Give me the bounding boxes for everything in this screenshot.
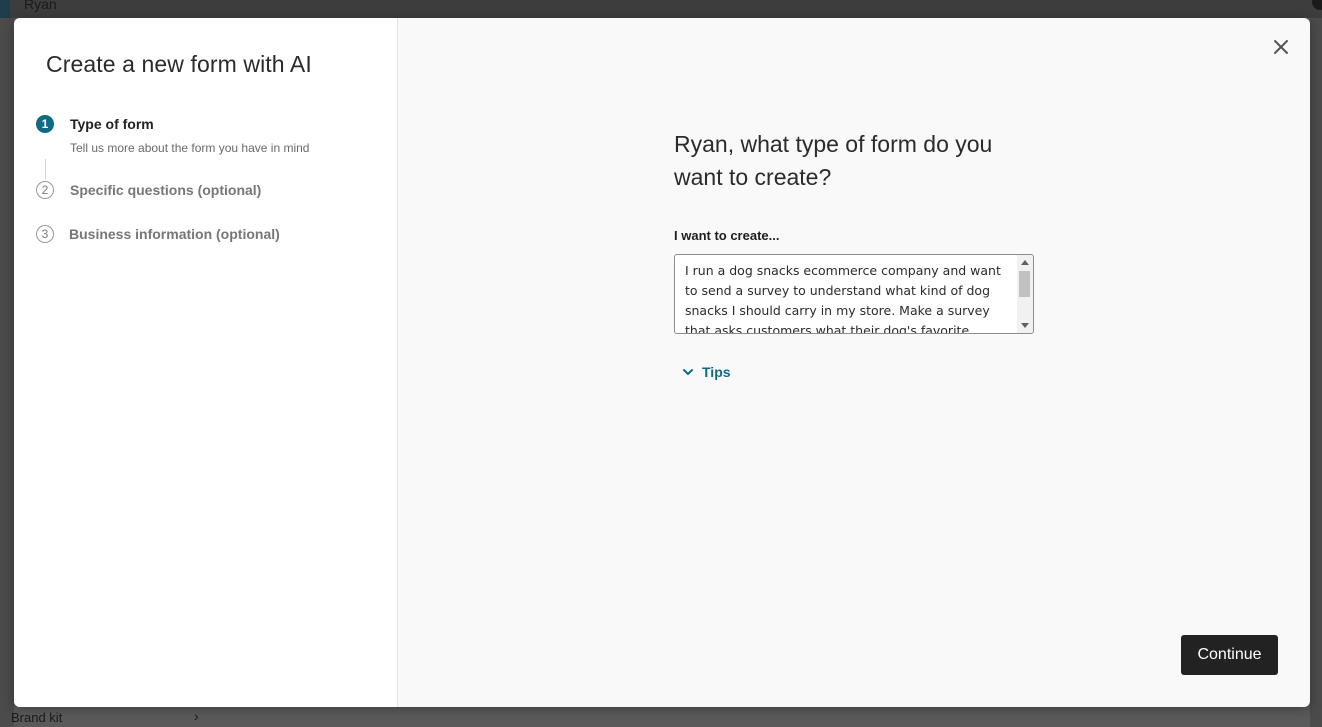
close-button[interactable] (1270, 36, 1292, 58)
create-form-modal: Create a new form with AI 1 Type of form… (14, 18, 1310, 707)
textarea-scrollbar[interactable] (1017, 255, 1033, 333)
chevron-right-icon: › (194, 708, 199, 724)
background-right-strip (1310, 18, 1322, 727)
form-description-field[interactable] (675, 255, 1017, 333)
form-description-label: I want to create... (674, 228, 780, 243)
form-description-field-wrapper (674, 254, 1034, 334)
tips-label: Tips (702, 364, 731, 380)
scroll-up-arrow-icon[interactable] (1021, 260, 1029, 265)
background-sidebar (0, 18, 14, 727)
step-label-specific-questions: Specific questions (optional) (70, 182, 262, 198)
chevron-down-icon (683, 369, 693, 375)
tips-toggle[interactable]: Tips (682, 364, 731, 380)
background-topbar (0, 0, 1322, 18)
close-icon (1274, 40, 1288, 54)
steps-panel: Create a new form with AI 1 Type of form… (14, 18, 398, 707)
continue-button[interactable]: Continue (1181, 635, 1278, 675)
background-title: Ryan (24, 0, 57, 12)
step-description: Tell us more about the form you have in … (70, 141, 310, 155)
step-number-3: 3 (36, 225, 54, 243)
step-label-type-of-form: Type of form (70, 116, 154, 132)
step-label-business-information: Business information (optional) (69, 226, 280, 242)
background-brand-kit-label: Brand kit (11, 710, 63, 725)
scroll-down-arrow-icon[interactable] (1021, 323, 1029, 328)
step-number-2: 2 (36, 181, 54, 199)
step-number-1: 1 (36, 115, 54, 133)
background-app-icon (0, 0, 10, 18)
step-connector (45, 159, 46, 179)
modal-title: Create a new form with AI (46, 51, 312, 77)
form-type-question: Ryan, what type of form do you want to c… (674, 131, 993, 190)
scroll-thumb[interactable] (1019, 271, 1030, 297)
